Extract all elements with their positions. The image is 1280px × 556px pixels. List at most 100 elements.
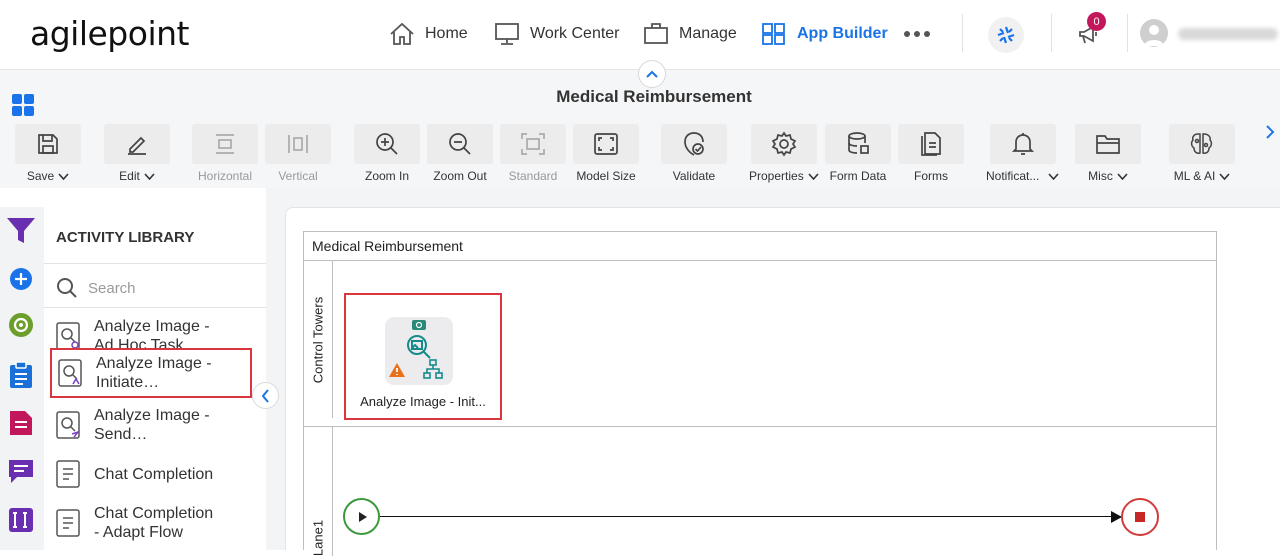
briefcase-icon [644, 23, 668, 44]
analyze-image-icon [56, 322, 80, 350]
more-button[interactable] [903, 20, 941, 48]
library-item-line1: Analyze Image - [94, 318, 210, 335]
chat-bubble-icon [9, 460, 33, 483]
nav-manage-label: Manage [679, 25, 737, 42]
pool-title: Medical Reimbursement [312, 238, 463, 254]
library-item-line2: Initiate… [96, 374, 160, 391]
chat-completion-icon [56, 509, 80, 537]
validate-label: Validate [672, 169, 716, 183]
nav-home[interactable]: Home [389, 20, 468, 48]
library-search[interactable]: Search [56, 277, 136, 299]
folder-icon [1096, 135, 1120, 154]
page-title: Medical Reimbursement [556, 87, 752, 106]
clipboard-icon [10, 361, 32, 388]
standard-label: Standard [508, 169, 558, 183]
library-item-line1: Analyze Image - [94, 407, 210, 424]
openai-badge-icon [412, 320, 426, 330]
properties-button[interactable]: Properties [749, 124, 819, 183]
lane-header: Control Towers [304, 261, 333, 418]
activity-name: Analyze Image - Init... [360, 394, 486, 409]
misc-button[interactable]: Misc [1075, 124, 1141, 183]
model-size-label: Model Size [576, 169, 636, 183]
end-event[interactable] [1121, 498, 1159, 536]
chevron-down-icon [1117, 172, 1128, 180]
sequence-flow[interactable] [380, 516, 1121, 517]
zoom-out-label: Zoom Out [433, 169, 487, 183]
stop-icon [1135, 512, 1145, 522]
edit-button[interactable]: Edit [104, 124, 170, 183]
swimlane-lane1[interactable]: Lane1 [304, 426, 1216, 556]
ai-brain-icon [1190, 133, 1213, 154]
library-item-chat-completion-adapt-flow[interactable]: Chat Completion - Adapt Flow [50, 498, 252, 548]
analyze-image-icon [56, 411, 81, 439]
start-event[interactable] [343, 498, 380, 535]
filter-button[interactable] [5, 215, 37, 247]
form-category-button[interactable] [5, 504, 37, 536]
form-data-label: Form Data [829, 169, 887, 183]
plus-circle-icon [10, 268, 32, 290]
filter-funnel-icon [7, 218, 35, 243]
task-category-button[interactable] [5, 359, 37, 391]
chevron-left-icon [261, 388, 269, 403]
ml-ai-label: ML & AI [1173, 169, 1216, 183]
form-data-button[interactable]: Form Data [825, 124, 891, 183]
chevron-right-icon [1266, 125, 1275, 139]
add-activity-button[interactable] [5, 263, 37, 295]
edit-label: Edit [119, 169, 140, 183]
standard-size-button[interactable]: Standard [500, 124, 566, 183]
hierarchy-icon [423, 359, 443, 379]
more-horizontal-icon [904, 31, 930, 37]
validate-button[interactable]: Validate [661, 124, 727, 183]
agilepoint-logo[interactable]: agilepoint [30, 14, 189, 53]
misc-label: Misc [1088, 169, 1113, 183]
openai-icon [9, 313, 33, 337]
nav-home-label: Home [425, 25, 468, 42]
save-label: Save [26, 169, 55, 183]
library-item-line1: Chat Completion [94, 465, 214, 483]
image-search-icon [407, 335, 431, 359]
library-item-analyze-image-initiate[interactable]: Analyze Image - Initiate… [50, 348, 252, 398]
bell-icon [1011, 133, 1034, 155]
library-item-chat-completion[interactable]: Chat Completion [50, 449, 252, 499]
ai-category-button[interactable] [5, 309, 37, 341]
properties-label: Properties [749, 169, 804, 183]
warning-icon [389, 363, 405, 377]
zoom-in-icon [376, 133, 398, 155]
nav-app-builder[interactable]: App Builder [761, 20, 888, 48]
notifications-label: Notificat... [986, 169, 1040, 183]
save-button[interactable]: Save [15, 124, 81, 183]
library-item-analyze-image-send[interactable]: Analyze Image - Send… [50, 400, 252, 450]
username-blurred[interactable] [1178, 28, 1278, 40]
zoom-in-button[interactable]: Zoom In [354, 124, 420, 183]
model-size-button[interactable]: Model Size [573, 124, 639, 183]
forms-button[interactable]: Forms [898, 124, 964, 183]
toolbar-scroll-right-button[interactable] [1265, 124, 1275, 145]
activity-analyze-image-initiate[interactable]: Analyze Image - Init... [344, 293, 502, 420]
collapse-header-button[interactable] [638, 60, 666, 88]
library-item-line2: Send… [94, 426, 148, 443]
ml-ai-button[interactable]: ML & AI [1169, 124, 1235, 183]
document-icon [10, 411, 32, 435]
chevron-down-icon [1219, 172, 1230, 180]
document-category-button[interactable] [5, 407, 37, 439]
chat-completion-icon [56, 460, 80, 488]
notification-count-badge: 0 [1087, 12, 1106, 31]
vertical-label: Vertical [278, 169, 318, 183]
chat-category-button[interactable] [5, 455, 37, 487]
chevron-down-icon [144, 172, 155, 180]
divider [44, 307, 266, 308]
nav-work-center[interactable]: Work Center [494, 20, 620, 48]
grid-icon [762, 23, 785, 45]
horizontal-align-button[interactable]: Horizontal [192, 124, 258, 183]
vertical-align-button[interactable]: Vertical [265, 124, 331, 183]
notifications-menu-button[interactable]: Notificat... [986, 124, 1059, 183]
gear-icon [771, 131, 797, 157]
lane-label: Lane1 [310, 519, 326, 556]
zoom-in-label: Zoom In [364, 169, 409, 183]
agilepoint-assistant-button[interactable] [988, 17, 1024, 53]
collapse-library-button[interactable] [252, 382, 279, 409]
zoom-out-button[interactable]: Zoom Out [427, 124, 493, 183]
nav-manage[interactable]: Manage [643, 20, 737, 48]
library-item-line2: - Adapt Flow [94, 524, 183, 541]
user-avatar[interactable] [1140, 19, 1168, 47]
